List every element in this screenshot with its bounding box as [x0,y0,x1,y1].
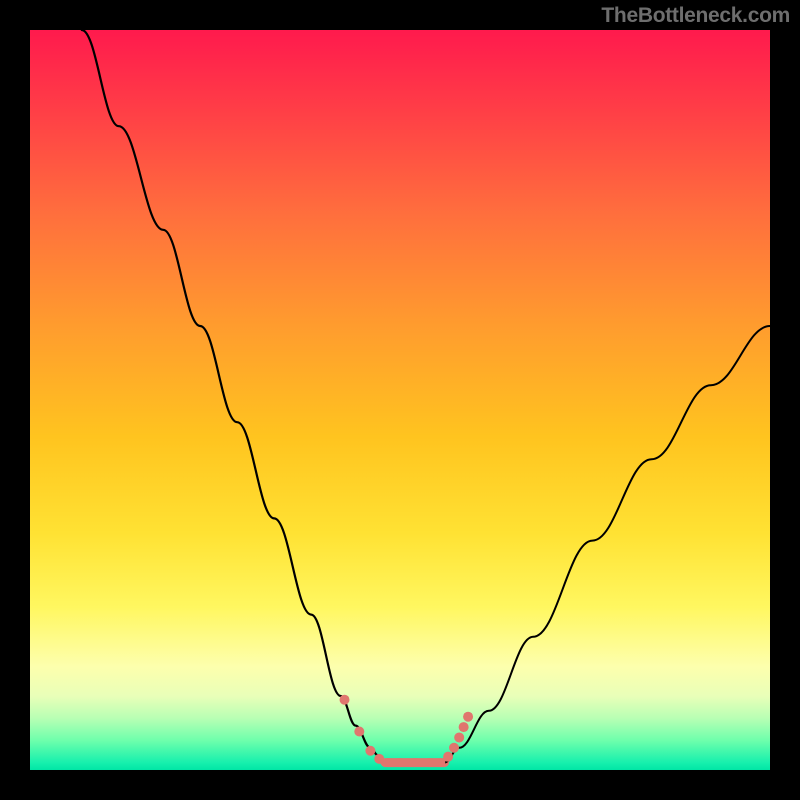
data-marker [340,695,350,705]
data-marker [449,743,459,753]
data-markers [340,695,474,767]
data-marker [384,758,393,767]
data-marker [459,722,469,732]
data-marker [425,758,434,767]
data-marker [354,727,364,737]
data-marker [374,754,384,764]
data-marker [396,758,405,767]
watermark-text: TheBottleneck.com [601,4,790,28]
plot-area [30,30,770,770]
data-marker [443,752,453,762]
left-branch-curve [82,30,385,763]
curve-layer [30,30,770,770]
right-branch-curve [444,326,770,763]
chart-frame: TheBottleneck.com [0,0,800,800]
data-marker [410,758,419,767]
data-marker [365,746,375,756]
data-marker [463,712,473,722]
data-marker [454,732,464,742]
data-marker [436,758,445,767]
